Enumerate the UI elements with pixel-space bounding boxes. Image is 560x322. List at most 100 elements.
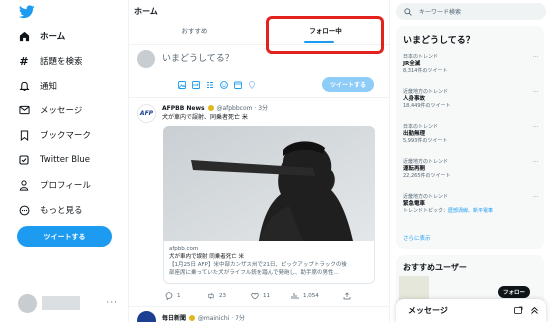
trend-more-icon[interactable]: ··· [533, 54, 539, 61]
tweet-handle[interactable]: @mainichi [198, 315, 229, 322]
card-title: 犬が車内で誤射 同乗者死亡 米 [169, 254, 244, 260]
heart-icon [251, 292, 259, 300]
messages-drawer-title: メッセージ [408, 306, 448, 315]
tweet-actions: 1 23 11 1,054 [165, 292, 375, 300]
share-button[interactable] [343, 292, 355, 300]
nav-item-label: 通知 [40, 82, 58, 92]
nav-item-notifications[interactable]: 通知 [18, 77, 57, 95]
trend-more-icon[interactable]: ··· [533, 159, 539, 166]
reply-icon [165, 292, 173, 300]
trend-name: 緊急電車 [403, 201, 426, 207]
bookmark-icon [18, 129, 30, 141]
trend-more-icon[interactable]: ··· [533, 194, 539, 201]
tab-recommended[interactable]: おすすめ [129, 15, 260, 44]
nav-item-label: プロフィール [40, 181, 91, 191]
nav-item-profile[interactable]: プロフィール [18, 176, 91, 194]
search-input[interactable]: キーワード検索 [396, 3, 546, 20]
verified-badge-icon [188, 315, 195, 321]
avatar[interactable] [137, 311, 156, 322]
account-switcher[interactable]: ··· [18, 291, 128, 315]
nav-item-label: メッセージ [40, 106, 83, 116]
location-icon[interactable] [247, 80, 256, 89]
person-icon [18, 179, 30, 191]
avatar[interactable] [399, 276, 429, 300]
tweet-author[interactable]: 毎日新聞 [162, 315, 186, 322]
nav-item-twitter-blue[interactable]: Twitter Blue [18, 151, 90, 169]
follow-button[interactable]: フォロー [498, 286, 530, 298]
nav-item-bookmarks[interactable]: ブックマーク [18, 126, 91, 144]
messages-drawer[interactable]: メッセージ [396, 299, 546, 322]
card-description: 【1月25日 AFP】米中部カンザス州で21日、ピックアップトラックの後 [169, 262, 347, 268]
views-button[interactable]: 1,054 [291, 292, 343, 300]
compose-input[interactable]: いまどうしてる？ [162, 51, 234, 64]
nav-item-home[interactable]: ホーム [18, 27, 65, 45]
nav-item-label: 話題を検索 [40, 57, 83, 67]
schedule-icon[interactable] [233, 80, 242, 89]
trend-item[interactable]: 日本のトレンド 出勤無理 5,993件のツイート ··· [403, 124, 539, 145]
reply-count: 1 [177, 293, 181, 299]
account-more-icon[interactable]: ··· [106, 298, 118, 308]
trend-topic-links[interactable]: 歴部渦線、新平電車 [448, 208, 493, 214]
trend-item[interactable]: 近畿地方のトレンド 人身事故 18,449件のツイート ··· [403, 89, 539, 110]
chevron-up-icon[interactable] [530, 306, 539, 315]
nav-item-more[interactable]: もっと見る [18, 201, 83, 219]
nav-item-label: ホーム [40, 32, 66, 42]
compose-tweet-button[interactable]: ツイートする [322, 77, 374, 92]
tweet-card-image[interactable] [163, 126, 375, 241]
retweet-icon [207, 292, 215, 300]
trend-context: 近畿地方のトレンド [403, 194, 449, 200]
trend-name: JR全滅 [403, 61, 421, 67]
trend-more-icon[interactable]: ··· [533, 124, 539, 131]
tweet-link-card[interactable]: afpbb.com 犬が車内で誤射 同乗者死亡 米 【1月25日 AFP】米中部… [163, 241, 375, 284]
tweet-button[interactable]: ツイートする [17, 226, 112, 247]
home-icon [18, 30, 30, 42]
nav-item-label: ブックマーク [40, 131, 92, 141]
share-icon [343, 292, 351, 300]
show-more-link[interactable]: さらに表示 [403, 234, 431, 242]
tweet-author[interactable]: AFPBB News [162, 105, 205, 112]
mail-icon [18, 104, 30, 116]
trend-count: 22,265件のツイート [403, 173, 451, 179]
trend-topics-label: トレンドトピック： [403, 208, 449, 214]
view-count: 1,054 [303, 293, 319, 299]
trend-item[interactable]: 日本のトレンド JR全滅 8,314件のツイート ··· [403, 54, 539, 75]
divider [129, 97, 389, 98]
trend-item[interactable]: 近畿地方のトレンド 運転再開 22,265件のツイート ··· [403, 159, 539, 180]
search-placeholder: キーワード検索 [419, 9, 462, 16]
trend-count: 18,449件のツイート [403, 103, 451, 109]
avatar[interactable]: AFP [137, 104, 156, 123]
avatar [137, 50, 155, 68]
twitter-logo-icon[interactable] [18, 5, 35, 19]
more-circle-icon [18, 204, 30, 216]
tweet-time[interactable]: 7分 [235, 315, 245, 322]
new-message-icon[interactable] [514, 306, 523, 315]
trend-context: 近畿地方のトレンド [403, 159, 449, 165]
nav-item-messages[interactable]: メッセージ [18, 101, 82, 119]
retweet-count: 23 [219, 293, 226, 299]
trend-name: 出勤無理 [403, 131, 426, 137]
trend-count: 8,314件のツイート [403, 68, 448, 74]
card-description: 部座席に乗っていた犬がライフル銃を踏んで発砲し、助手席の男性... [169, 270, 339, 276]
nav-item-label: もっと見る [40, 206, 83, 216]
separator-dot: · [231, 315, 234, 322]
image-icon[interactable] [177, 80, 186, 89]
like-count: 11 [263, 293, 270, 299]
twitter-blue-icon [18, 154, 30, 166]
reply-button[interactable]: 1 [165, 292, 207, 300]
tweet-handle[interactable]: @afpbbcom [216, 105, 252, 112]
tweet-text: 犬が車内で誤射、同乗者死亡 米 [162, 114, 248, 121]
nav-item-explore[interactable]: # 話題を検索 [18, 52, 83, 70]
retweet-button[interactable]: 23 [207, 292, 251, 300]
like-button[interactable]: 11 [251, 292, 291, 300]
trend-more-icon[interactable]: ··· [533, 89, 539, 96]
trend-count: 5,993件のツイート [403, 138, 448, 144]
trends-panel: いまどうしてる？ 日本のトレンド JR全滅 8,314件のツイート ··· 近畿… [396, 26, 544, 249]
separator-dot: · [254, 105, 257, 112]
gif-icon[interactable] [191, 80, 200, 89]
emoji-icon[interactable] [219, 80, 228, 89]
card-domain: afpbb.com [169, 246, 199, 252]
following-tab-highlight [266, 16, 384, 54]
tweet-time[interactable]: 3分 [258, 105, 268, 112]
trend-item[interactable]: 近畿地方のトレンド 緊急電車 トレンドトピック：歴部渦線、新平電車 ··· [403, 194, 539, 215]
poll-icon[interactable] [205, 80, 214, 89]
